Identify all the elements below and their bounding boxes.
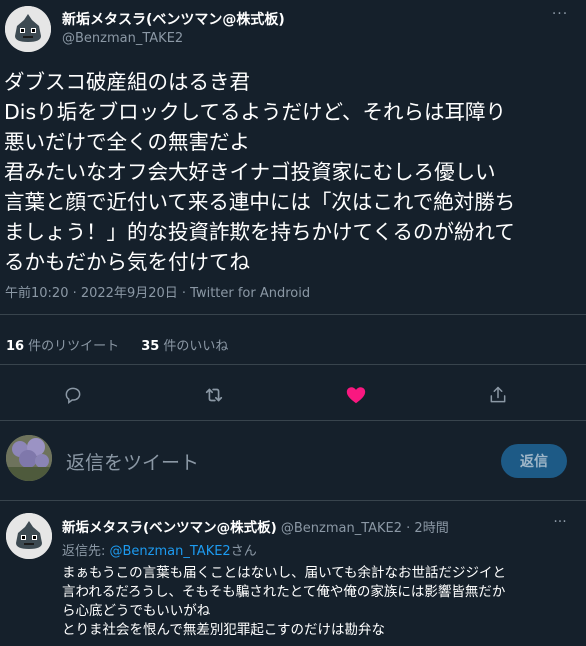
reply-tweet[interactable]: 新垢メタスラ(ベンツマン@株式板) @Benzman_TAKE2 · 2時間 ··… — [0, 502, 586, 646]
reply-button[interactable]: 返信 — [501, 444, 567, 478]
reply-text-line: ら心底どうでもいいがね — [62, 603, 211, 619]
tweet-text-line: Disり垢をブロックしてるようだけど、それらは耳障り — [4, 100, 507, 124]
share-icon[interactable] — [485, 382, 511, 408]
tweet-text-line: ダブスコ破産組のはるき君 — [4, 70, 250, 94]
reply-composer: 返信をツイート 返信 — [0, 430, 586, 490]
like-count-link[interactable]: 35 件のいいね — [141, 339, 228, 354]
current-user-avatar[interactable] — [6, 435, 52, 481]
tweet-timestamp[interactable]: 午前10:20 · 2022年9月20日 · Twitter for Andro… — [5, 282, 310, 301]
reply-header: 新垢メタスラ(ベンツマン@株式板) @Benzman_TAKE2 · 2時間 — [62, 516, 449, 536]
reply-time[interactable]: · 2時間 — [406, 521, 449, 536]
tweet-stats: 16 件のリツイート 35 件のいいね — [6, 335, 246, 354]
like-count-label: 件のいいね — [163, 339, 229, 354]
tweet-text-line: 言葉と顔で近付いて来る連中には「次はこれで絶対勝ち — [4, 190, 516, 214]
divider — [0, 364, 586, 365]
retweet-icon[interactable] — [201, 382, 227, 408]
like-count: 35 — [141, 339, 160, 354]
divider — [0, 314, 586, 315]
reply-author-avatar[interactable] — [6, 513, 52, 559]
reply-author-handle[interactable]: @Benzman_TAKE2 — [281, 521, 402, 536]
tweet-text: ダブスコ破産組のはるき君 Disり垢をブロックしてるようだけど、それらは耳障り … — [4, 67, 584, 277]
more-options-icon[interactable]: ··· — [548, 6, 572, 26]
replying-to-prefix: 返信先: — [62, 544, 110, 559]
divider — [0, 500, 586, 501]
author-avatar[interactable] — [5, 6, 51, 52]
tweet-text-line: 悪いだけで全くの無害だよ — [4, 130, 250, 154]
replying-to: 返信先: @Benzman_TAKE2さん — [62, 540, 257, 559]
reply-input[interactable]: 返信をツイート — [66, 448, 199, 475]
tweet-actions — [0, 378, 586, 410]
divider — [0, 420, 586, 421]
author-name[interactable]: 新垢メタスラ(ベンツマン@株式板) — [62, 9, 285, 29]
like-icon[interactable] — [343, 382, 369, 408]
reply-icon[interactable] — [60, 382, 86, 408]
retweet-count: 16 — [6, 339, 25, 354]
author-handle[interactable]: @Benzman_TAKE2 — [62, 31, 183, 46]
reply-text-line: とりま社会を恨んで無差別犯罪起こすのだけは勘弁な — [62, 622, 386, 638]
reply-author-name[interactable]: 新垢メタスラ(ベンツマン@株式板) — [62, 520, 277, 536]
replying-to-suffix: さん — [230, 544, 257, 559]
replying-to-link[interactable]: @Benzman_TAKE2 — [110, 544, 231, 559]
retweet-count-link[interactable]: 16 件のリツイート — [6, 339, 119, 354]
reply-text: まぁもうこの言葉も届くことはないし、届いても余計なお世話だジジイと 言われるだろ… — [62, 564, 582, 640]
tweet-text-line: ましょう！」的な投資詐欺を持ちかけてくるのが紛れて — [4, 220, 515, 244]
reply-text-line: 言われるだろうし、そもそも騙されたとて俺や俺の家族には影響皆無だか — [62, 584, 506, 600]
retweet-count-label: 件のリツイート — [28, 339, 120, 354]
tweet-text-line: 君みたいなオフ会大好きイナゴ投資家にむしろ優しい — [4, 160, 496, 184]
reply-more-options-icon[interactable]: ··· — [548, 514, 572, 530]
reply-text-line: まぁもうこの言葉も届くことはないし、届いても余計なお世話だジジイと — [62, 565, 507, 581]
tweet-text-line: るかもだから気を付けてね — [4, 250, 250, 274]
